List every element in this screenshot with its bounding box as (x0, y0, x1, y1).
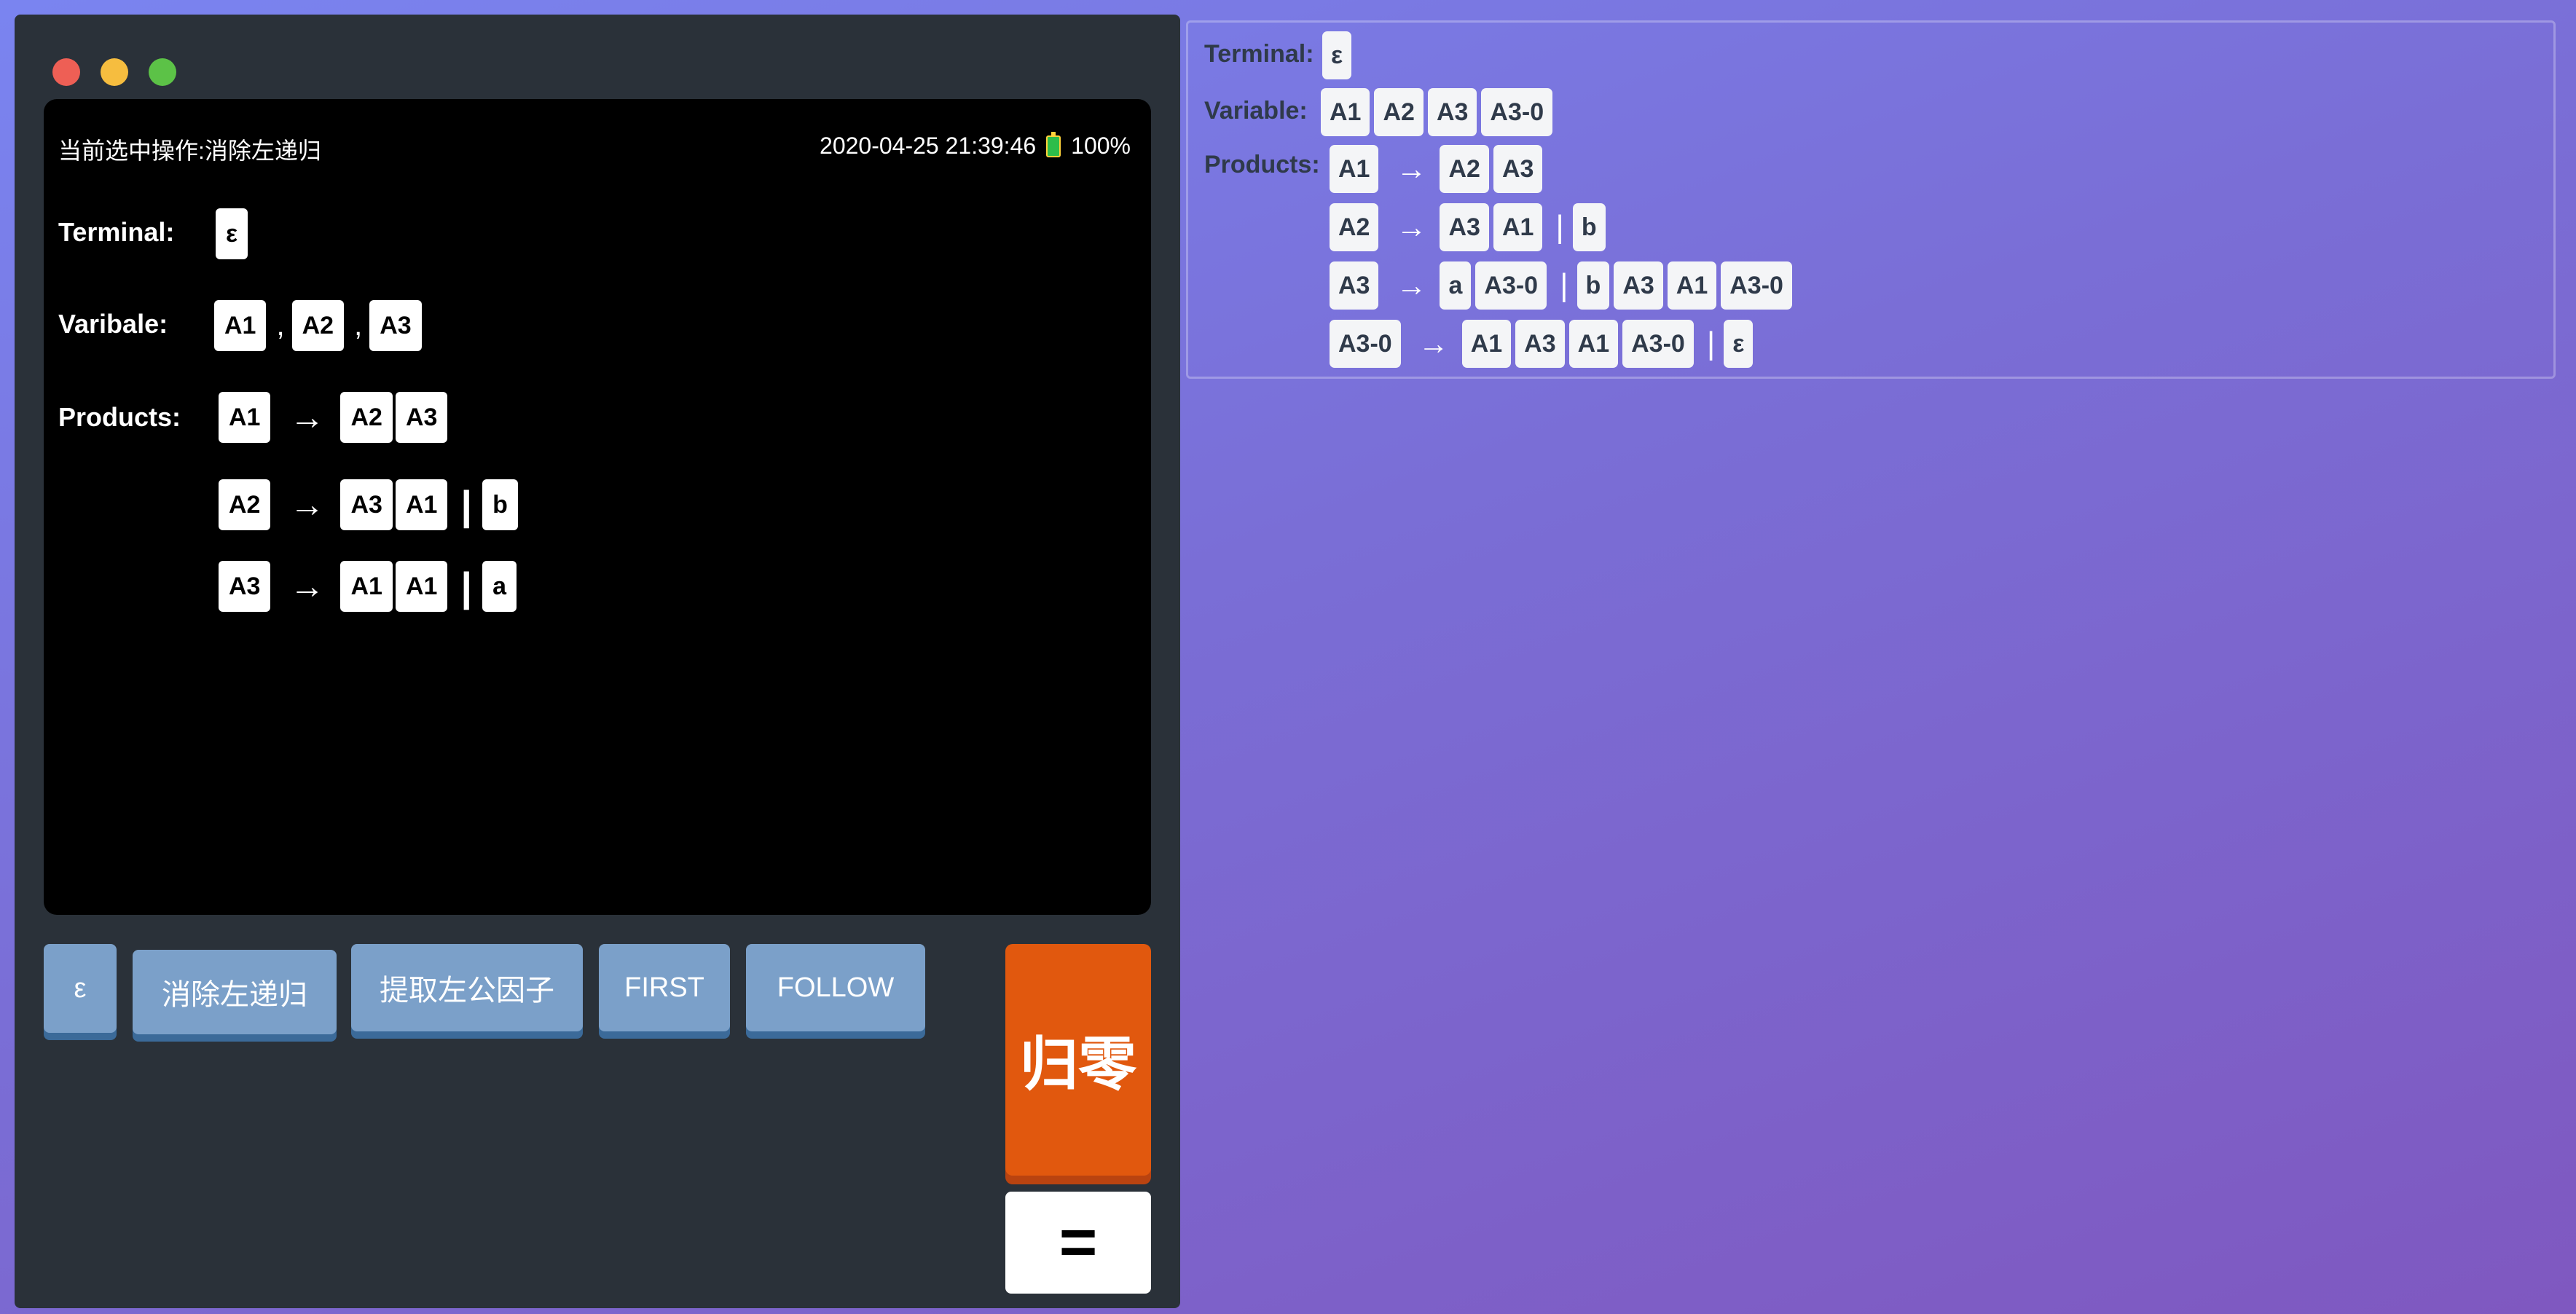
variable-chip: A3 (1427, 88, 1477, 136)
symbol-chip: a (1440, 261, 1472, 310)
symbol-chip: A1 (1461, 320, 1512, 368)
close-window-button[interactable] (52, 58, 80, 86)
symbol-chip: A1 (1493, 203, 1543, 251)
variable-chip: A3 (369, 300, 422, 351)
terminal-label: Terminal: (58, 217, 175, 247)
alternative-separator: | (1555, 209, 1564, 245)
production-row: A1 → A2 A3 (219, 392, 450, 443)
symbol-chip: b (482, 479, 518, 530)
production-row: A3 → A1 A1 | a (219, 561, 519, 612)
eliminate-left-recursion-button[interactable]: 消除左递归 (133, 950, 337, 1034)
symbol-chip: b (1576, 261, 1610, 310)
symbol-chip: A1 (1667, 261, 1717, 310)
result-production-row: A2 → A3 A1 | b (1330, 203, 1610, 251)
symbol-chip: A3 (1515, 320, 1565, 368)
result-variable-label: Variable: (1204, 97, 1308, 125)
production-lhs: A1 (219, 392, 271, 443)
production-lhs: A2 (219, 479, 271, 530)
arrow-icon: → (1396, 210, 1427, 244)
production-lhs: A1 (1330, 145, 1379, 193)
symbol-chip: A3 (1614, 261, 1663, 310)
result-production-row: A1 → A2 A3 (1330, 145, 1547, 193)
production-lhs: A2 (1330, 203, 1379, 251)
result-terminal-label: Terminal: (1204, 40, 1314, 68)
battery-level: 100% (1071, 133, 1131, 159)
symbol-chip: A2 (340, 392, 393, 443)
production-row: A2 → A3 A1 | b (219, 479, 521, 530)
alternative-separator: | (1560, 267, 1568, 303)
datetime: 2020-04-25 21:39:46 (820, 133, 1037, 159)
arrow-icon: → (1418, 326, 1449, 361)
symbol-chip: a (482, 561, 517, 612)
variable-chip: A2 (1374, 88, 1424, 136)
minimize-window-button[interactable] (101, 58, 128, 86)
alternative-separator: | (1706, 326, 1716, 361)
arrow-icon: → (289, 485, 325, 524)
products-label: Products: (58, 402, 181, 432)
epsilon-button[interactable]: ε (44, 944, 117, 1033)
result-production-row: A3-0 → A1 A3 A1 A3-0 | ε (1330, 320, 1757, 368)
production-lhs: A3-0 (1330, 320, 1401, 368)
extract-left-factor-button[interactable]: 提取左公因子 (351, 944, 583, 1031)
result-products-label: Products: (1204, 151, 1320, 178)
variable-chip: A3-0 (1481, 88, 1553, 136)
calculator-window: 当前选中操作:消除左递归 2020-04-25 21:39:46 100% Te… (15, 15, 1180, 1308)
symbol-chip: A1 (395, 561, 448, 612)
symbol-chip: A3-0 (1622, 320, 1694, 368)
calculator-display: 当前选中操作:消除左递归 2020-04-25 21:39:46 100% Te… (44, 99, 1151, 915)
result-panel: Terminal: ε Variable: A1 A2 A3 A3-0 Prod… (1186, 20, 2556, 379)
battery-icon (1046, 131, 1061, 157)
arrow-icon: → (1396, 268, 1427, 302)
production-lhs: A3 (1330, 261, 1379, 310)
result-terminal-chips: ε (1322, 31, 1356, 79)
symbol-chip: A2 (1440, 145, 1489, 193)
result-variable-chips: A1 A2 A3 A3-0 (1321, 88, 1557, 136)
symbol-chip: ε (1724, 320, 1754, 368)
production-lhs: A3 (219, 561, 271, 612)
alternative-separator: | (460, 481, 473, 528)
follow-button[interactable]: FOLLOW (746, 944, 925, 1031)
clear-button[interactable]: 归零 (1005, 944, 1151, 1176)
current-operation: 当前选中操作:消除左递归 (58, 138, 321, 164)
symbol-chip: A3 (395, 392, 448, 443)
symbol-chip: A1 (1568, 320, 1619, 368)
status-bar: 2020-04-25 21:39:46 100% (820, 131, 1131, 160)
symbol-chip: A3 (1440, 203, 1489, 251)
symbol-chip: A3 (1493, 145, 1543, 193)
arrow-icon: → (289, 567, 325, 606)
arrow-icon: → (289, 398, 325, 437)
symbol-chip: A3-0 (1721, 261, 1792, 310)
variable-chip: A1 (214, 300, 267, 351)
variable-chip: A2 (291, 300, 345, 351)
terminal-chip: ε (216, 208, 248, 259)
result-production-row: A3 → a A3-0 | b A3 A1 A3-0 (1330, 261, 1796, 310)
first-button[interactable]: FIRST (599, 944, 730, 1031)
symbol-chip: A3-0 (1475, 261, 1547, 310)
variable-label: Varibale: (58, 309, 168, 339)
terminal-chips: ε (216, 208, 251, 259)
symbol-chip: A3 (340, 479, 393, 530)
variable-chip: A1 (1321, 88, 1370, 136)
symbol-chip: b (1572, 203, 1606, 251)
alternative-separator: | (460, 563, 473, 610)
comma: , (354, 309, 363, 342)
arrow-icon: → (1396, 152, 1427, 186)
maximize-window-button[interactable] (149, 58, 176, 86)
symbol-chip: A1 (395, 479, 448, 530)
comma: , (276, 309, 285, 342)
symbol-chip: A1 (340, 561, 393, 612)
terminal-chip: ε (1322, 31, 1352, 79)
variable-chips: A1 , A2 , A3 (214, 300, 425, 351)
equals-button[interactable]: = (1005, 1192, 1151, 1294)
